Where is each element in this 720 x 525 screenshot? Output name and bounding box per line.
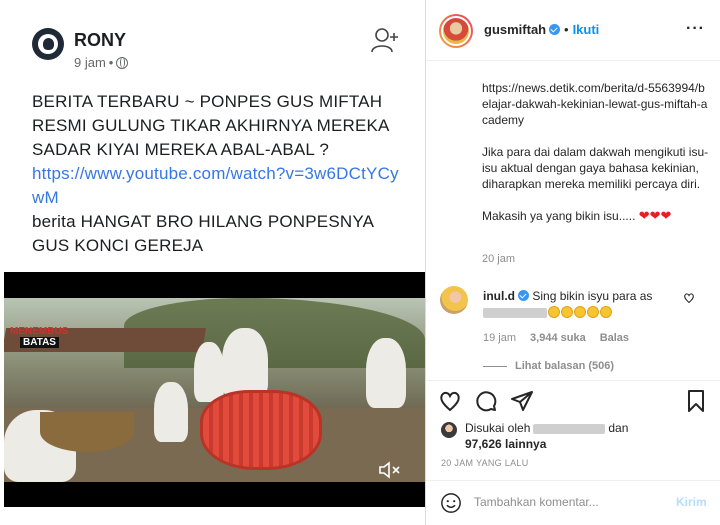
add-friend-icon: [371, 28, 398, 53]
heart-emoji-icon: ❤❤❤: [638, 208, 672, 223]
laughing-emoji-icon: [548, 306, 560, 318]
video-frame: MENEMBUS BATAS: [4, 272, 425, 507]
red-basket: [200, 390, 322, 470]
caption-paragraph: Jika para dai dalam dakwah mengikuti isu…: [482, 145, 709, 191]
author-name: RONY: [74, 30, 127, 50]
mute-icon[interactable]: [378, 460, 402, 480]
caption-thanks: Makasih ya yang bikin isu..... ❤❤❤: [482, 208, 672, 223]
save-bookmark-icon[interactable]: [684, 389, 708, 413]
comment-likes[interactable]: 3,944 suka: [530, 332, 586, 344]
post-caption: https://news.detik.com/berita/d-5563994/…: [482, 80, 710, 240]
comment-meta: 19 jam 3,944 suka Balas: [483, 332, 629, 344]
commenter-username[interactable]: inul.d: [483, 289, 515, 303]
post-header: gusmiftah • Ikuti ···: [426, 0, 720, 61]
likes-count[interactable]: 97,626 lainnya: [465, 437, 546, 451]
caption-url[interactable]: https://news.detik.com/berita/d-5563994/…: [482, 80, 710, 128]
more-options-icon[interactable]: ···: [686, 20, 705, 38]
reply-button[interactable]: Balas: [600, 332, 629, 344]
facebook-screenshot: RONY 9 jam • BERITA TERBARU ~ PONPES GUS…: [0, 0, 425, 525]
comment-text: inul.d Sing bikin isyu para as: [483, 288, 683, 320]
comment-icon[interactable]: [474, 389, 498, 413]
profile-username[interactable]: gusmiftah: [484, 22, 561, 37]
comment-time: 19 jam: [483, 332, 517, 344]
post-meta: 9 jam •: [74, 55, 129, 70]
likes-summary: Disukai oleh dan 97,626 lainnya: [441, 420, 711, 452]
laughing-emoji-icon: [587, 306, 599, 318]
facebook-post-card: RONY 9 jam • BERITA TERBARU ~ PONPES GUS…: [18, 12, 410, 268]
laughing-emoji-icon: [600, 306, 612, 318]
instagram-panel: gusmiftah • Ikuti ··· https://news.detik.…: [425, 0, 720, 525]
author-avatar: [32, 28, 64, 60]
laughing-emoji-icon: [574, 306, 586, 318]
globe-icon: [116, 56, 129, 69]
view-replies-button[interactable]: Lihat balasan (506): [483, 360, 614, 372]
post-link: https://www.youtube.com/watch?v=3w6DCtYC…: [32, 164, 399, 207]
like-heart-icon[interactable]: [438, 389, 462, 413]
post-time: 9 jam: [74, 55, 106, 70]
action-bar: [426, 380, 720, 420]
verified-badge-icon: [518, 290, 529, 301]
add-comment-bar: Tambahkan komentar... Kirim: [426, 480, 720, 525]
video-channel-logo: MENEMBUS BATAS: [10, 326, 69, 348]
post-headline: BERITA TERBARU ~ PONPES GUS MIFTAH RESMI…: [32, 92, 389, 159]
verified-badge-icon: [549, 24, 561, 35]
redacted-username: [533, 423, 606, 434]
profile-avatar[interactable]: [439, 14, 473, 48]
post-text: BERITA TERBARU ~ PONPES GUS MIFTAH RESMI…: [32, 90, 404, 258]
video-scene: MENEMBUS BATAS: [4, 298, 425, 482]
laughing-emoji-icon: [561, 306, 573, 318]
meta-separator: •: [108, 55, 114, 70]
follow-button[interactable]: • Ikuti: [564, 22, 599, 37]
post-timestamp: 20 JAM YANG LALU: [441, 458, 529, 468]
redacted-text: [483, 307, 547, 318]
comment-input[interactable]: Tambahkan komentar...: [474, 495, 599, 509]
send-comment-button[interactable]: Kirim: [676, 495, 707, 509]
caption-timestamp: 20 jam: [482, 253, 516, 265]
commenter-avatar[interactable]: [440, 286, 468, 314]
share-icon[interactable]: [510, 389, 534, 413]
post-subtext: berita HANGAT BRO HILANG PONPESNYA GUS K…: [32, 212, 374, 255]
liker-avatar: [441, 422, 457, 438]
comment-like-heart-icon[interactable]: [683, 292, 695, 304]
emoji-smile-icon[interactable]: [440, 492, 462, 514]
